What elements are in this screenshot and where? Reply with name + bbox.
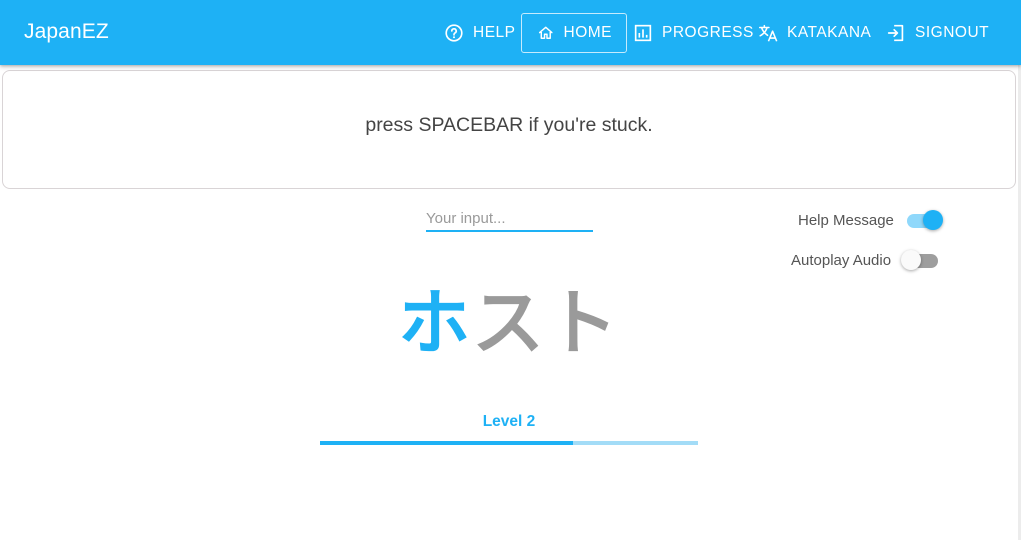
help-circle-icon — [445, 24, 463, 42]
word-completed-chars: ホ — [397, 281, 472, 365]
nav-signout-label: SIGNOUT — [915, 24, 990, 41]
nav-home-button[interactable]: HOME — [521, 13, 627, 53]
level-label: Level 2 — [482, 413, 536, 430]
help-message-switch[interactable] — [906, 209, 943, 231]
autoplay-audio-switch-thumb — [901, 250, 922, 270]
signout-icon — [887, 24, 904, 42]
level-progress-bar — [320, 441, 698, 445]
app-bar: JapanEZ HELP HOME PROGRESS KATAKANA SIGN… — [0, 0, 1021, 65]
help-message-switch-thumb — [922, 210, 943, 230]
app-title: JapanEZ — [24, 20, 109, 43]
autoplay-audio-switch[interactable] — [901, 249, 939, 271]
nav-progress-label: PROGRESS — [662, 24, 754, 41]
home-icon — [538, 26, 553, 40]
chart-icon — [634, 24, 652, 42]
katakana-word: ホスト — [0, 278, 1018, 368]
nav-help-label: HELP — [473, 24, 516, 41]
help-message-toggle-row: Help Message — [798, 209, 943, 231]
hint-message: press SPACEBAR if you're stuck. — [365, 114, 653, 136]
nav-signout-button[interactable]: SIGNOUT — [885, 13, 989, 53]
nav-progress-button[interactable]: PROGRESS — [632, 13, 754, 53]
help-message-label: Help Message — [798, 211, 894, 229]
hint-card: press SPACEBAR if you're stuck. — [2, 70, 1016, 189]
level-progress-fill — [320, 441, 574, 445]
autoplay-audio-toggle-row: Autoplay Audio — [791, 249, 939, 271]
translate-icon — [758, 24, 778, 42]
nav-home-label: HOME — [563, 24, 612, 41]
answer-input[interactable] — [426, 206, 593, 232]
nav-katakana-label: KATAKANA — [787, 24, 872, 41]
autoplay-audio-label: Autoplay Audio — [791, 251, 892, 269]
nav-katakana-button[interactable]: KATAKANA — [757, 13, 871, 53]
word-remaining-chars: スト — [472, 281, 621, 365]
nav-help-button[interactable]: HELP — [443, 13, 516, 53]
